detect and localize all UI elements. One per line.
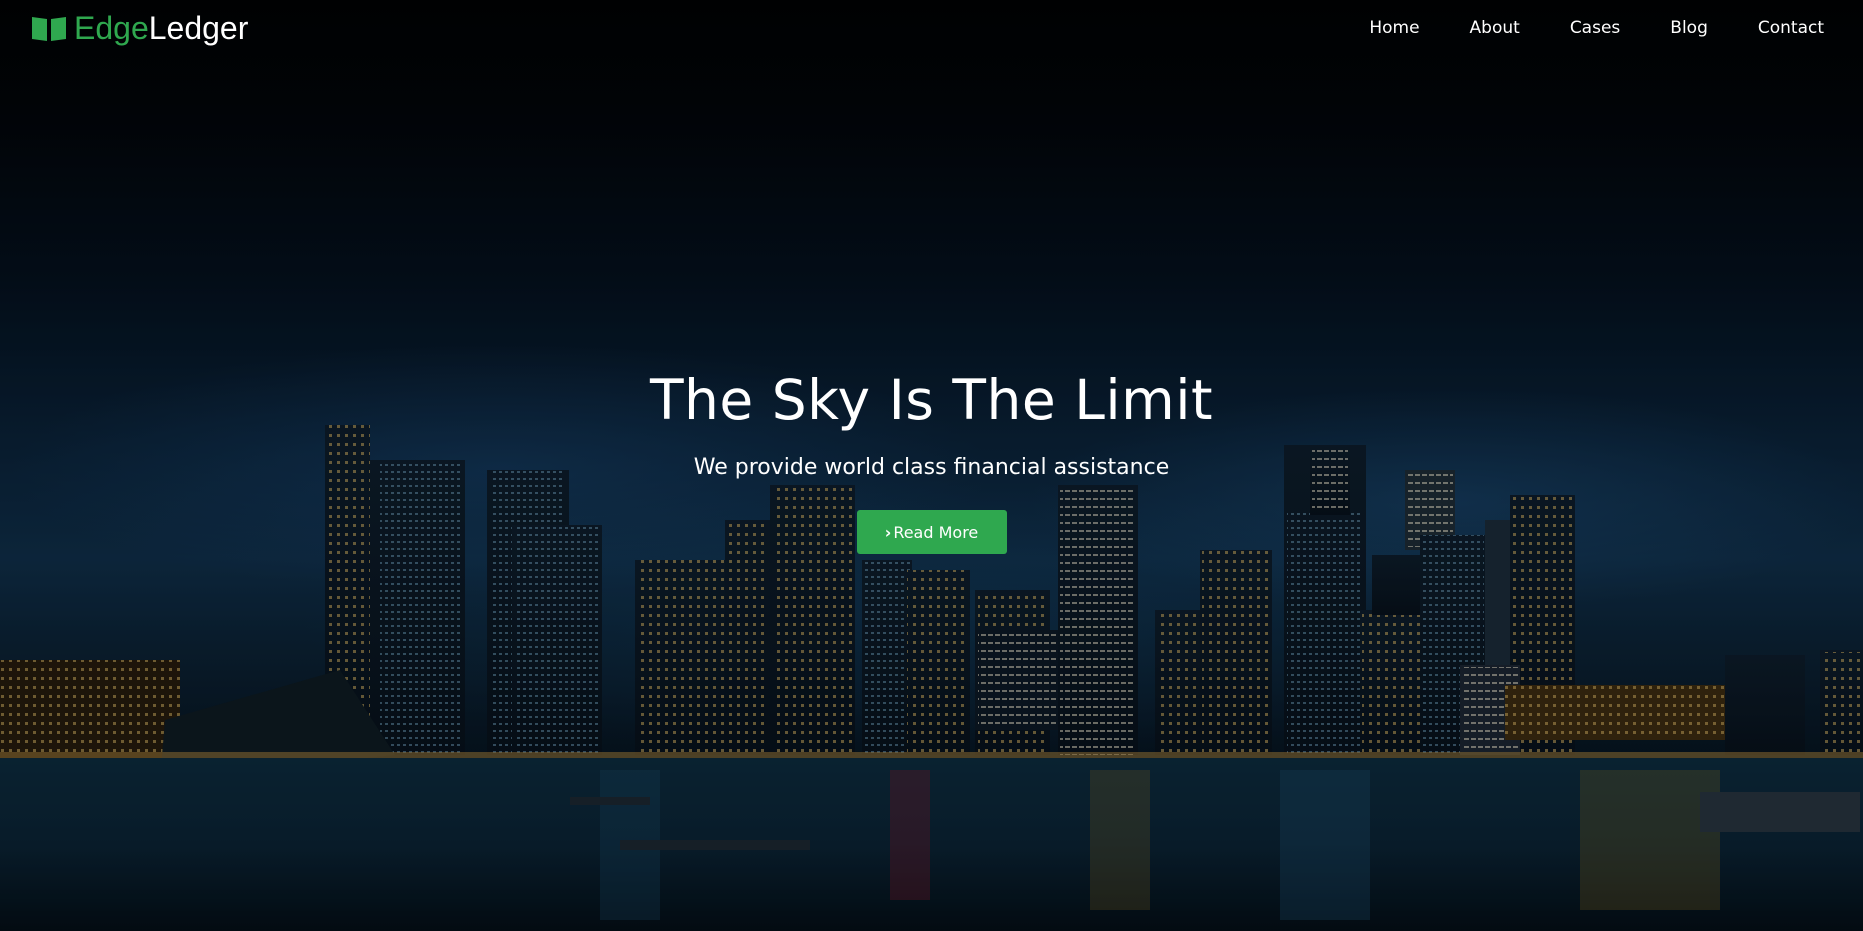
- read-more-button[interactable]: › Read More: [856, 510, 1007, 554]
- brand-name-part2: Ledger: [148, 10, 249, 46]
- brand-name: EdgeLedger: [74, 8, 248, 48]
- read-more-label: Read More: [893, 522, 979, 542]
- hero-subtitle: We provide world class financial assista…: [693, 455, 1170, 480]
- brand-name-part1: Edge: [74, 10, 149, 46]
- nav-contact-link[interactable]: Contact: [1733, 16, 1849, 40]
- nav-home-link[interactable]: Home: [1344, 16, 1444, 40]
- book-icon: [30, 13, 68, 43]
- hero-section: EdgeLedger Home About Cases Blog Contact…: [0, 0, 1863, 931]
- chevron-right-icon: ›: [884, 522, 892, 542]
- nav-blog-link[interactable]: Blog: [1645, 16, 1733, 40]
- top-navbar: EdgeLedger Home About Cases Blog Contact: [0, 0, 1863, 56]
- nav-about-link[interactable]: About: [1445, 16, 1545, 40]
- nav-menu: Home About Cases Blog Contact: [1344, 16, 1849, 40]
- hero-title: The Sky Is The Limit: [649, 368, 1214, 432]
- hero-content: The Sky Is The Limit We provide world cl…: [0, 360, 1863, 554]
- nav-cases-link[interactable]: Cases: [1545, 16, 1645, 40]
- brand-logo-link[interactable]: EdgeLedger: [30, 8, 248, 48]
